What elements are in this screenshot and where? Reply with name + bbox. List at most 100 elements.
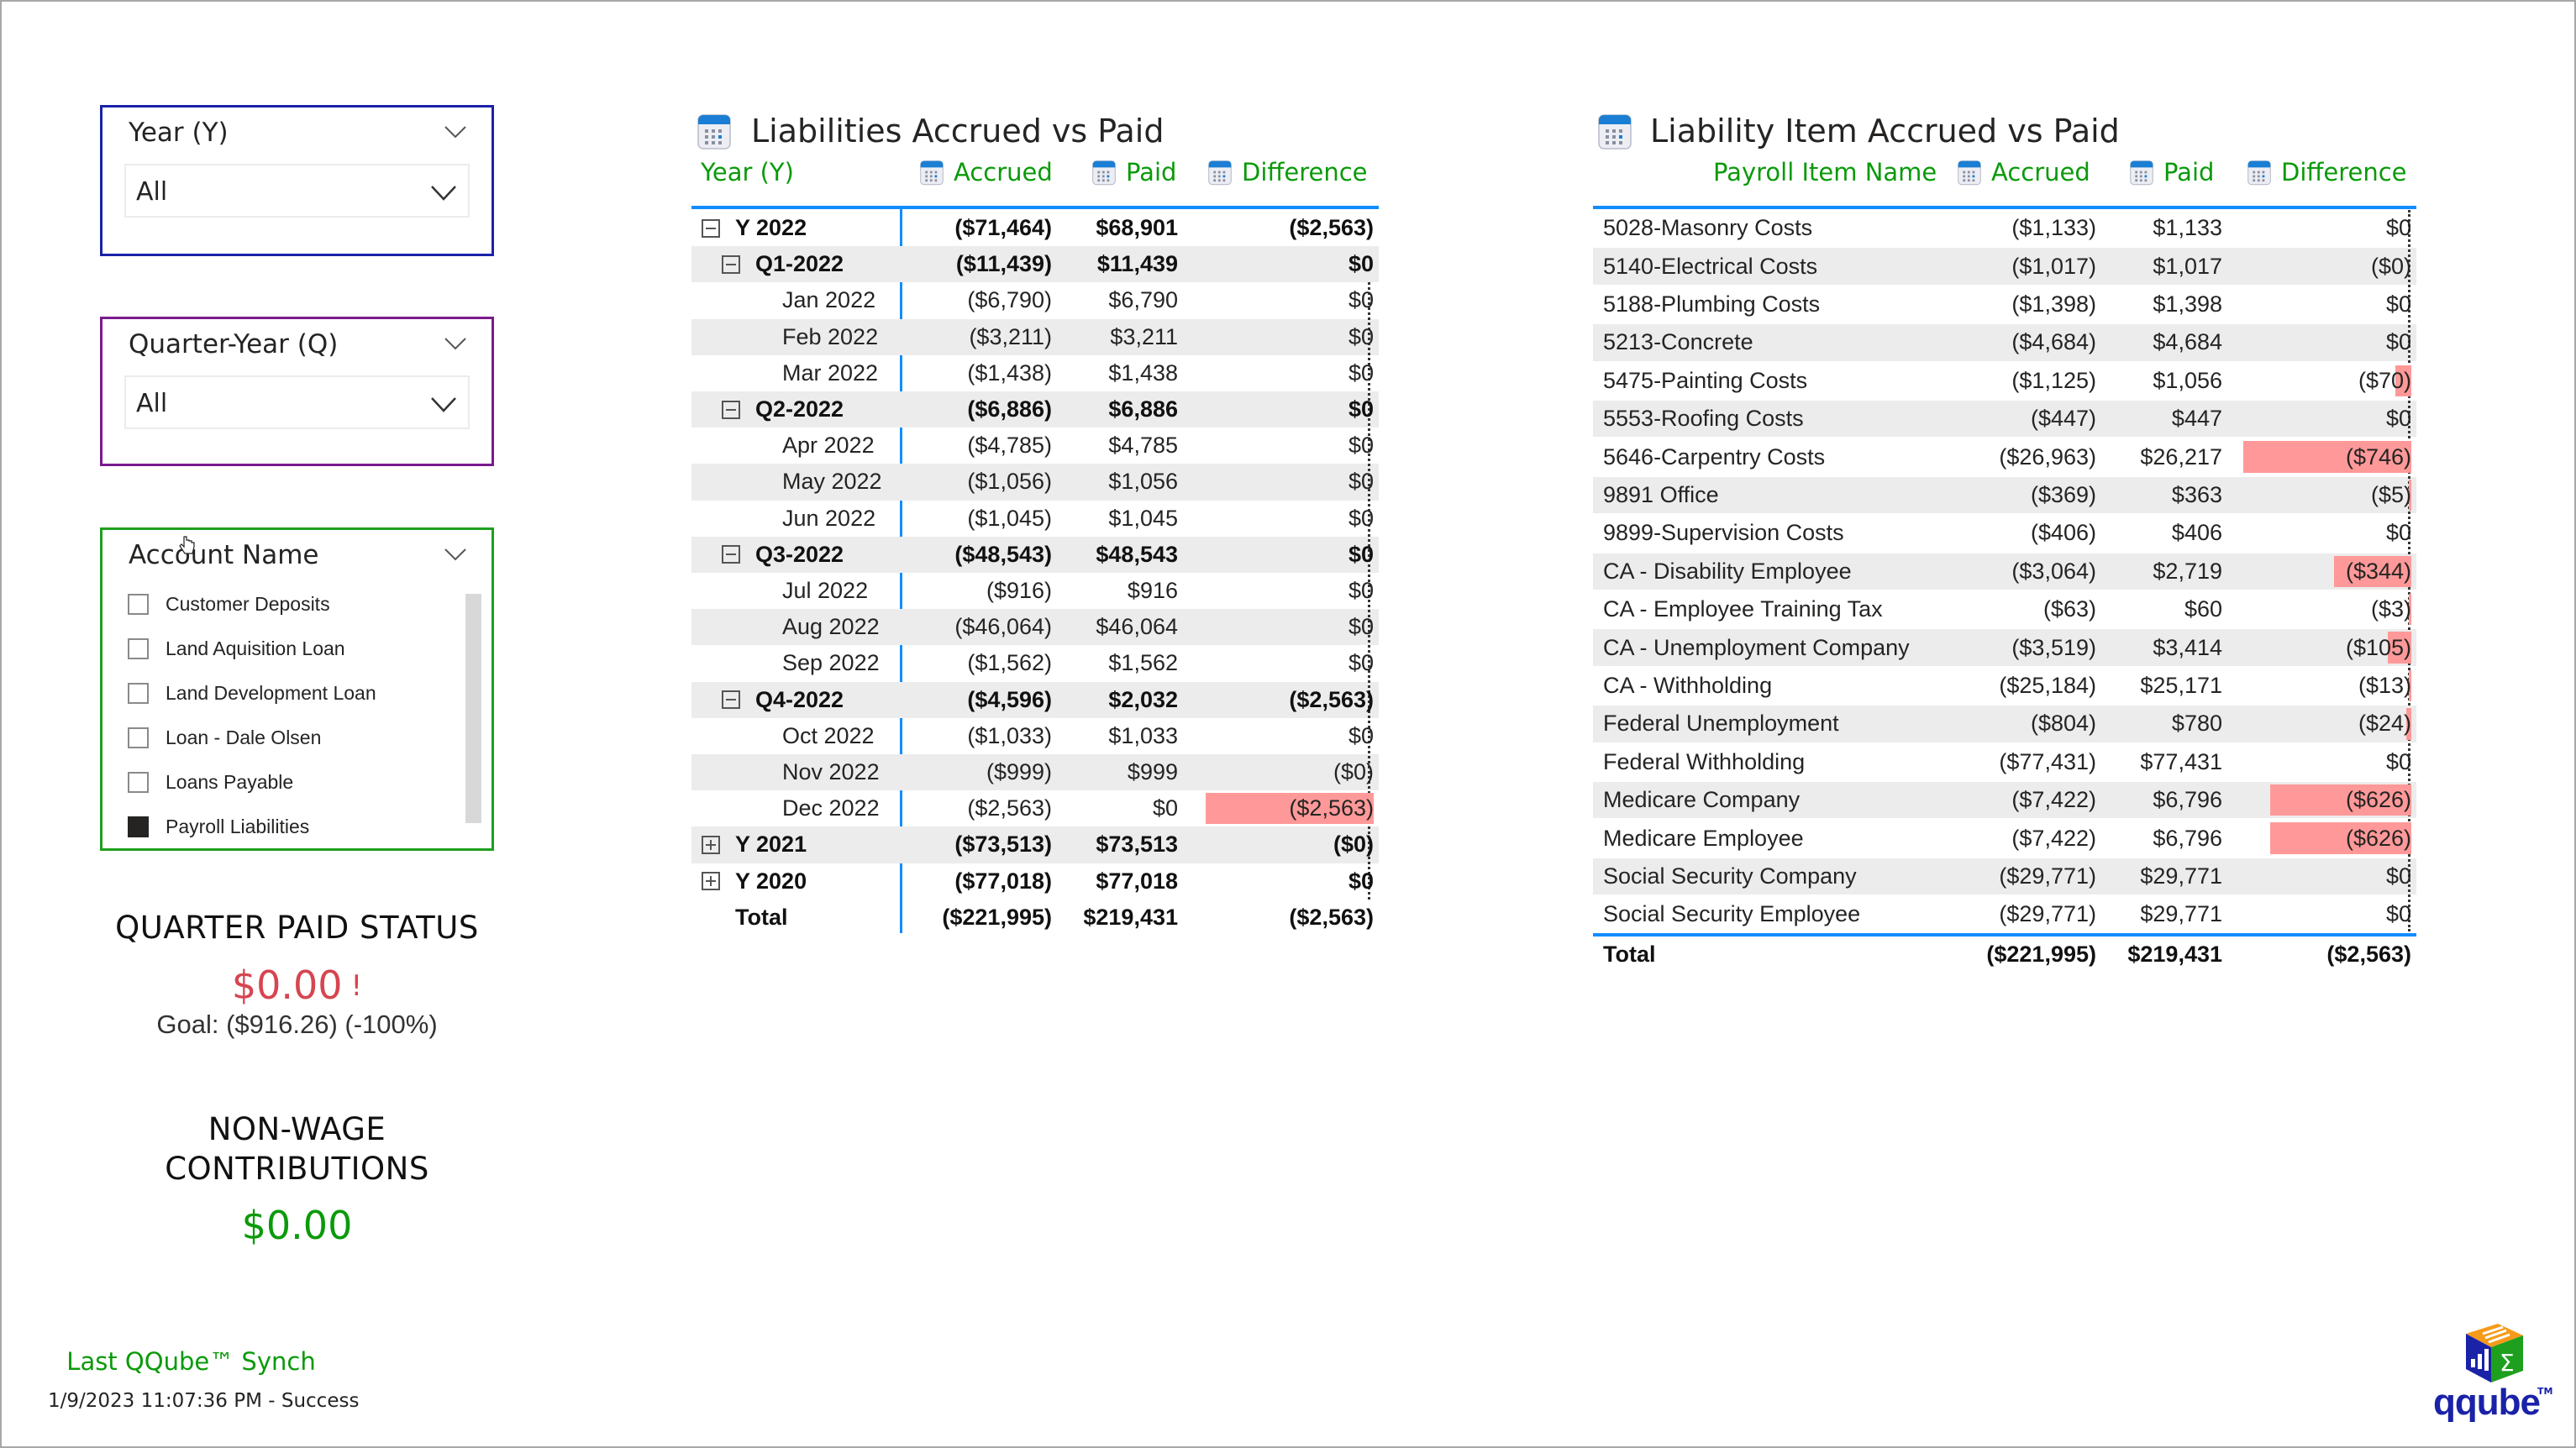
accrued-cell-value: ($1,438) [967, 359, 1052, 386]
column-header[interactable]: Difference [2247, 158, 2407, 186]
row-header: Dec 2022 [691, 790, 901, 826]
account-option[interactable]: Loan - Dale Olsen [128, 716, 447, 760]
warning-indicator-icon: ! [350, 969, 363, 1003]
paid-cell: $68,901 [1057, 210, 1183, 246]
paid-cell-value: $447 [2171, 406, 2222, 432]
collapse-icon[interactable] [722, 545, 740, 564]
account-name-slicer: Account Name Customer Deposits Land Aquis… [100, 527, 494, 851]
accrued-cell: ($6,886) [901, 391, 1057, 428]
chevron-down-icon [431, 397, 456, 412]
year-dropdown[interactable]: All [124, 164, 470, 218]
account-list-scrollbar[interactable] [465, 594, 481, 823]
quarter-dropdown[interactable]: All [124, 375, 470, 429]
difference-cell: ($5) [2227, 477, 2416, 513]
column-header[interactable]: Accrued [920, 158, 1053, 186]
difference-cell: ($105) [2227, 629, 2416, 665]
collapse-icon[interactable] [722, 690, 740, 710]
accrued-cell: ($2,563) [901, 790, 1057, 826]
difference-cell-value: ($626) [2345, 825, 2411, 851]
payroll-item-cell-value: 5213-Concrete [1603, 329, 1753, 355]
table-row: Y 2020 ($77,018) $77,018 $0 [691, 863, 1379, 900]
paid-cell: $1,017 [2101, 248, 2227, 284]
difference-cell: ($2,563) [1183, 790, 1379, 826]
paid-cell-value: $60 [2184, 596, 2222, 622]
paid-cell: $4,785 [1057, 428, 1183, 464]
chevron-down-icon[interactable] [444, 548, 466, 562]
column-header[interactable]: Payroll Item Name [1713, 158, 1937, 186]
checkbox[interactable] [128, 727, 149, 748]
account-option[interactable]: Customer Deposits [128, 582, 447, 627]
table-row: CA - Employee Training Tax ($63) $60 ($3) [1593, 591, 2416, 627]
row-header: Q2-2022 [691, 391, 901, 428]
difference-cell: ($13) [2227, 668, 2416, 704]
paid-cell: $780 [2101, 706, 2227, 742]
row-label: Jun 2022 [782, 505, 876, 531]
column-header[interactable]: Difference [1208, 158, 1368, 186]
paid-cell-value: $3,211 [1110, 323, 1178, 349]
accrued-cell-value: ($48,543) [954, 541, 1052, 567]
checkbox[interactable] [128, 816, 149, 837]
column-header[interactable]: Year (Y) [701, 158, 794, 186]
difference-cell-value: ($24) [2358, 711, 2411, 737]
checkbox[interactable] [128, 683, 149, 704]
accrued-cell-value: ($1,562) [967, 650, 1052, 676]
accrued-cell-value: ($1,056) [967, 469, 1052, 495]
paid-cell: $1,033 [1057, 718, 1183, 754]
accrued-cell: ($73,513) [901, 826, 1057, 863]
accrued-cell-value: ($369) [2030, 481, 2096, 507]
account-option[interactable]: Loans Payable [128, 760, 447, 805]
checkbox[interactable] [128, 772, 149, 793]
paid-cell-value: $11,439 [1096, 251, 1178, 277]
difference-cell: $0 [2227, 401, 2416, 437]
year-slicer: Year (Y) All [100, 105, 494, 256]
items-table-title: Liability Item Accrued vs Paid [1650, 113, 2120, 150]
accrued-cell-value: ($3,519) [2011, 634, 2096, 660]
column-header[interactable]: Accrued [1958, 158, 2090, 186]
difference-cell-value: ($746) [2345, 443, 2411, 470]
table-row: Apr 2022 ($4,785) $4,785 $0 [691, 428, 1379, 464]
accrued-cell-value: ($804) [2030, 711, 2096, 737]
account-option[interactable]: Payroll Liabilities [128, 805, 447, 849]
chevron-down-icon[interactable] [444, 338, 466, 351]
difference-cell-value: $0 [1348, 541, 1374, 567]
row-label: Nov 2022 [782, 759, 880, 785]
row-label: Jul 2022 [782, 578, 869, 604]
account-option[interactable]: Land Aquisition Loan [128, 627, 447, 671]
difference-cell-value: ($2,563) [1289, 904, 1374, 930]
row-header: Jul 2022 [691, 573, 901, 609]
difference-cell: $0 [2227, 744, 2416, 780]
difference-cell-value: ($0) [1333, 832, 1374, 858]
table-icon [697, 114, 731, 150]
expand-icon[interactable] [702, 835, 720, 854]
difference-cell-value: $0 [1348, 722, 1374, 748]
table-row: 5140-Electrical Costs ($1,017) $1,017 ($0) [1593, 248, 2416, 285]
accrued-cell: ($916) [901, 573, 1057, 609]
row-header: Jun 2022 [691, 501, 901, 537]
collapse-icon[interactable] [722, 400, 740, 419]
checkbox[interactable] [128, 638, 149, 659]
table-row: CA - Unemployment Company ($3,519) $3,414 (… [1593, 629, 2416, 666]
checkbox[interactable] [128, 594, 149, 615]
paid-cell: $11,439 [1057, 246, 1183, 282]
column-header-label: Accrued [954, 158, 1053, 186]
hand-cursor-icon [179, 536, 195, 554]
table-row: Social Security Employee ($29,771) $29,771… [1593, 896, 2416, 932]
expand-icon[interactable] [702, 872, 720, 891]
account-option[interactable]: Land Development Loan [128, 671, 447, 716]
collapse-icon[interactable] [702, 218, 720, 238]
column-header[interactable]: Paid [2130, 158, 2214, 186]
header-divider [691, 206, 1379, 209]
accrued-cell-value: ($3,064) [2011, 558, 2096, 584]
paid-cell-value: $2,032 [1108, 686, 1178, 712]
difference-cell: ($0) [1183, 754, 1379, 790]
difference-cell: $0 [1183, 537, 1379, 573]
accrued-cell-value: ($4,596) [967, 686, 1052, 712]
chevron-down-icon[interactable] [444, 126, 466, 139]
difference-cell: $0 [1183, 718, 1379, 754]
accrued-cell-value: ($406) [2030, 520, 2096, 546]
payroll-item-cell-value: Social Security Company [1603, 863, 1857, 889]
collapse-icon[interactable] [722, 254, 740, 274]
last-sync-title: Last QQube™ Synch [66, 1347, 316, 1376]
table-row: Q1-2022 ($11,439) $11,439 $0 [691, 246, 1379, 283]
column-header[interactable]: Paid [1092, 158, 1176, 186]
